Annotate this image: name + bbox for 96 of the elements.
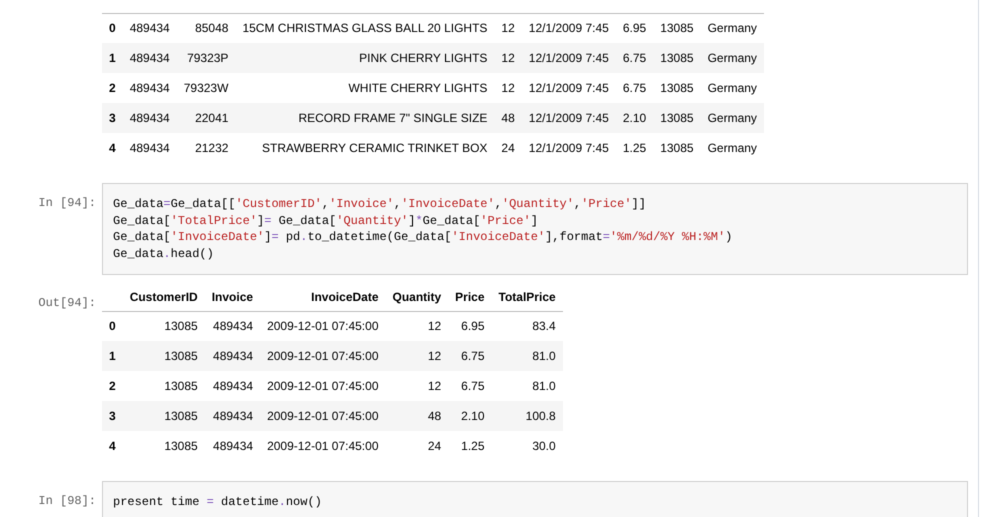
table-cell: 489434 [130,141,170,155]
table-cell: 489434 [213,439,254,453]
table-cell: 489434 [130,81,170,95]
column-header: Invoice [212,290,254,304]
table-cell: 489434 [130,51,170,65]
table-cell: 83.4 [532,319,556,334]
code-line: Ge_data['TotalPrice']= Ge_data['Quantity']*Ge_data['Price'] [113,212,539,229]
table-cell: 48 [428,409,442,423]
table-cell: 13085 [660,51,694,65]
table-cell: Germany [708,141,757,155]
table-cell: 12/1/2009 7:45 [528,111,609,125]
table-cell: 13085 [660,81,694,95]
table-cell: 12 [501,21,515,36]
table-cell: Germany [708,81,757,95]
table-cell: 24 [501,141,515,155]
code-line: Ge_data['InvoiceDate']= pd.to_datetime(Ge_data['InvoiceDate'],format='%m/%d/%Y %H:%M') [113,229,734,246]
code-line: Ge_data=Ge_data[['CustomerID','Invoice','InvoiceDate','Quantity','Price']] [113,196,647,212]
table-cell: 12/1/2009 7:45 [528,21,609,36]
table-cell: 13085 [660,111,694,125]
table-cell: 13085 [660,141,694,155]
table-cell: 6.75 [622,51,646,65]
table-cell: 2009-12-01 07:45:00 [267,409,378,423]
table-cell: 489434 [213,319,254,334]
row-index: 1 [109,349,116,363]
table-cell: 21232 [195,141,228,155]
table-cell: 489434 [213,349,254,363]
column-header: TotalPrice [498,290,556,304]
code-cell[interactable] [102,183,968,275]
row-index: 0 [109,319,116,334]
table-cell: 12 [428,349,442,363]
table-cell: 12/1/2009 7:45 [528,81,609,95]
table-cell: STRAWBERRY CERAMIC TRINKET BOX [262,141,488,155]
table-cell: 12 [428,379,442,393]
table-cell: 2009-12-01 07:45:00 [267,319,378,334]
column-header: CustomerID [130,290,198,304]
table-cell: 24 [428,439,442,453]
table-cell: WHITE CHERRY LIGHTS [348,81,488,95]
code-cell[interactable]: present time = datetime.now() [102,481,968,517]
row-index: 3 [109,111,116,125]
row-index: 3 [109,409,116,423]
table-cell: 22041 [195,111,228,125]
table-cell: 2009-12-01 07:45:00 [267,349,378,363]
row-index: 1 [109,51,116,65]
row-index: 4 [109,141,116,155]
table-cell: 489434 [213,409,254,423]
table-cell: 12 [501,81,515,95]
table-cell: 85048 [195,21,228,36]
row-index: 2 [109,81,116,95]
cell-prompt: In [98]: [38,494,96,508]
table-cell: 6.75 [461,349,485,363]
table-cell: 81.0 [532,379,556,393]
cell-prompt: Out[94]: [38,296,96,310]
column-header: Price [455,290,485,304]
table-cell: RECORD FRAME 7" SINGLE SIZE [298,111,488,125]
table-cell: 13085 [164,349,198,363]
table-cell: Germany [708,21,757,36]
table-cell: 489434 [130,111,170,125]
column-header: Quantity [392,290,442,304]
table-cell: 12 [428,319,442,334]
table-cell: 1.25 [622,141,646,155]
table-cell: 2.10 [622,111,646,125]
table-cell: PINK CHERRY LIGHTS [359,51,488,65]
code-line: present time = datetime.now() [113,494,323,510]
table-cell: 13085 [660,21,694,36]
table-cell: 12 [501,51,515,65]
table-cell: 6.95 [461,319,485,334]
column-header: InvoiceDate [311,290,378,304]
table-cell: 2009-12-01 07:45:00 [267,439,378,453]
table-cell: 12/1/2009 7:45 [528,141,609,155]
table-cell: 6.95 [622,21,646,36]
table-cell: Germany [708,111,757,125]
table-cell: 6.75 [622,81,646,95]
table-cell: 13085 [164,379,198,393]
table-cell: 13085 [164,409,198,423]
row-index: 2 [109,379,116,393]
table-cell: 79323P [187,51,228,65]
table-cell: 1.25 [461,439,485,453]
table-cell: Germany [708,51,757,65]
table-cell: 15CM CHRISTMAS GLASS BALL 20 LIGHTS [242,21,488,36]
row-index: 0 [109,21,116,36]
code-line: Ge_data.head() [113,246,215,262]
table-cell: 48 [501,111,515,125]
table-cell: 489434 [130,21,170,36]
table-cell: 12/1/2009 7:45 [528,51,609,65]
table-cell: 81.0 [532,349,556,363]
table-cell: 13085 [164,439,198,453]
table-cell: 6.75 [461,379,485,393]
table-cell: 79323W [184,81,228,95]
table-cell: 2009-12-01 07:45:00 [267,379,378,393]
cell-prompt: In [94]: [38,196,96,210]
table-cell: 489434 [213,379,254,393]
table-cell: 13085 [164,319,198,334]
table-cell: 2.10 [461,409,485,423]
table-cell: 100.8 [526,409,556,423]
table-cell: 30.0 [532,439,556,453]
row-index: 4 [109,439,116,453]
